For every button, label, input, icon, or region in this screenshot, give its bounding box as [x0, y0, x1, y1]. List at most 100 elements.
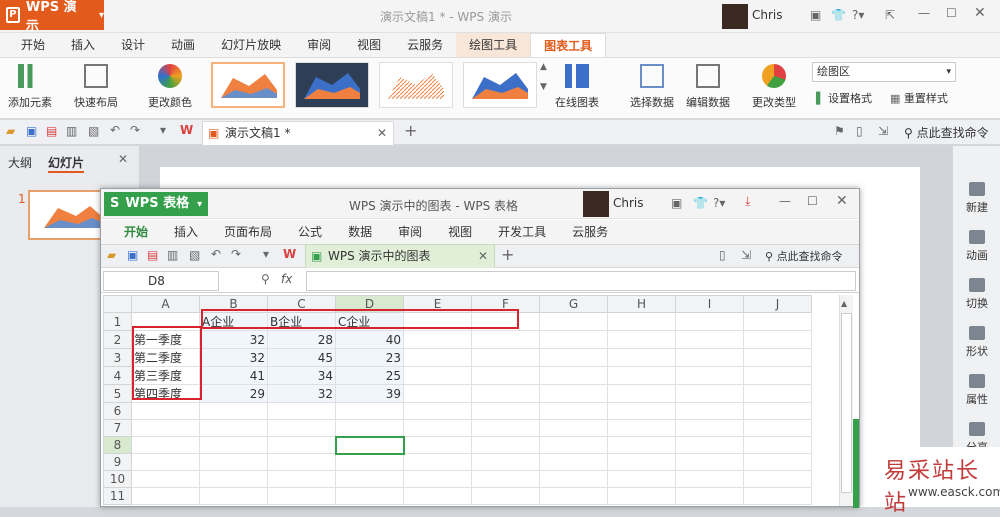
cell[interactable]	[471, 419, 540, 437]
tab-slides[interactable]: 幻灯片	[48, 154, 85, 173]
tab-review[interactable]: 审阅	[294, 33, 344, 57]
cell[interactable]	[131, 419, 200, 437]
cell[interactable]	[267, 453, 336, 471]
undo-icon[interactable]: ↶	[211, 247, 221, 261]
tab-data[interactable]: 数据	[335, 220, 385, 244]
add-element-button[interactable]: 添加元素	[8, 60, 52, 110]
cell[interactable]	[403, 348, 472, 367]
cell[interactable]	[471, 487, 540, 505]
preview-icon[interactable]: ▧	[88, 124, 99, 138]
cell[interactable]: 34	[267, 366, 336, 385]
cell[interactable]	[539, 487, 608, 505]
scroll-thumb[interactable]	[841, 313, 852, 493]
doc-icon[interactable]: ▯	[719, 248, 726, 262]
chart-style-2[interactable]	[295, 62, 369, 108]
row-header[interactable]: 9	[103, 453, 132, 471]
change-color-button[interactable]: 更改颜色	[148, 60, 192, 110]
cell[interactable]	[539, 384, 608, 403]
maximize-icon[interactable]: ☐	[946, 6, 957, 20]
close-icon[interactable]: ✕	[974, 5, 986, 21]
maximize-icon[interactable]: ☐	[807, 194, 818, 208]
cell[interactable]	[743, 402, 812, 420]
cell[interactable]: 41	[199, 366, 268, 385]
select-all-corner[interactable]	[103, 295, 132, 313]
cell[interactable]	[471, 453, 540, 471]
open-icon[interactable]: ▰	[107, 248, 116, 262]
cell[interactable]	[267, 470, 336, 488]
cell[interactable]	[539, 453, 608, 471]
row-header[interactable]: 2	[103, 330, 132, 349]
cell[interactable]	[471, 330, 540, 349]
cell[interactable]: 28	[267, 330, 336, 349]
minimize-icon[interactable]: —	[918, 6, 930, 20]
row-header[interactable]: 8	[103, 436, 132, 454]
cell[interactable]	[743, 384, 812, 403]
edit-data-button[interactable]: 编辑数据	[686, 60, 730, 110]
user-name[interactable]: Chris	[613, 196, 644, 210]
cell[interactable]: 32	[199, 348, 268, 367]
change-type-button[interactable]: 更改类型	[752, 60, 796, 110]
cell[interactable]	[675, 470, 744, 488]
cell[interactable]	[131, 453, 200, 471]
cell[interactable]	[539, 436, 608, 454]
cell[interactable]	[199, 419, 268, 437]
pdf-icon[interactable]: ▤	[147, 248, 158, 262]
cell[interactable]	[607, 470, 676, 488]
cell[interactable]: 40	[335, 330, 404, 349]
cell[interactable]	[403, 419, 472, 437]
quick-layout-button[interactable]: 快速布局	[74, 60, 118, 110]
reset-style-button[interactable]: ▦ 重置样式	[890, 90, 948, 106]
cell[interactable]	[743, 487, 812, 505]
shape-button[interactable]: 形状	[953, 326, 1000, 359]
tab-slideshow[interactable]: 幻灯片放映	[208, 33, 294, 57]
undo-icon[interactable]: ↶	[110, 123, 120, 137]
cell[interactable]	[607, 402, 676, 420]
cell[interactable]	[675, 453, 744, 471]
cell[interactable]	[199, 436, 268, 454]
cell[interactable]	[199, 487, 268, 505]
cell[interactable]	[335, 470, 404, 488]
cell[interactable]: 32	[267, 384, 336, 403]
tab-home[interactable]: 开始	[8, 33, 58, 57]
style-gallery-scroll[interactable]: ▲ ▼	[540, 62, 550, 110]
chart-style-1[interactable]	[211, 62, 285, 108]
cell[interactable]	[743, 453, 812, 471]
tab-cloud[interactable]: 云服务	[394, 33, 456, 57]
scroll-up-icon[interactable]: ▲	[841, 299, 847, 308]
cell[interactable]	[539, 402, 608, 420]
cell[interactable]	[471, 436, 540, 454]
tab-outline[interactable]: 大纲	[8, 154, 32, 171]
zoom-search-icon[interactable]: ⚲	[261, 272, 270, 286]
cell[interactable]	[607, 366, 676, 385]
row-header[interactable]: 1	[103, 312, 132, 331]
cell[interactable]	[743, 470, 812, 488]
row-header[interactable]: 3	[103, 348, 132, 367]
cell[interactable]	[131, 487, 200, 505]
cell[interactable]	[199, 402, 268, 420]
vertical-scrollbar[interactable]: ▲	[839, 295, 853, 506]
cell[interactable]	[403, 453, 472, 471]
pdf-icon[interactable]: ▤	[46, 124, 57, 138]
more-icon[interactable]: ▾	[263, 247, 269, 261]
cell[interactable]	[743, 436, 812, 454]
cell[interactable]: 29	[199, 384, 268, 403]
close-icon[interactable]: ✕	[836, 193, 848, 209]
chart-style-4[interactable]	[463, 62, 537, 108]
search-command[interactable]: ⚲ 点此查找命令	[904, 124, 989, 141]
close-panel-icon[interactable]: ✕	[118, 152, 128, 166]
shirt-icon[interactable]: 👕	[831, 8, 846, 22]
tab-chart-tools[interactable]: 图表工具	[530, 33, 607, 57]
share-icon[interactable]: ⇲	[741, 248, 751, 262]
print-icon[interactable]: ▥	[66, 124, 77, 138]
preview-icon[interactable]: ▧	[189, 248, 200, 262]
cell[interactable]	[335, 487, 404, 505]
cell[interactable]	[607, 312, 676, 331]
tab-developer[interactable]: 开发工具	[485, 220, 559, 244]
skin-icon[interactable]: ▣	[810, 8, 821, 22]
row-header[interactable]: 6	[103, 402, 132, 420]
tab-drawing-tools[interactable]: 绘图工具	[456, 33, 531, 57]
row-header[interactable]: 4	[103, 366, 132, 385]
document-tab[interactable]: ▣ 演示文稿1 * ✕	[202, 121, 394, 145]
column-header-i[interactable]: I	[675, 295, 744, 313]
download-icon[interactable]: ⤓	[745, 194, 750, 209]
